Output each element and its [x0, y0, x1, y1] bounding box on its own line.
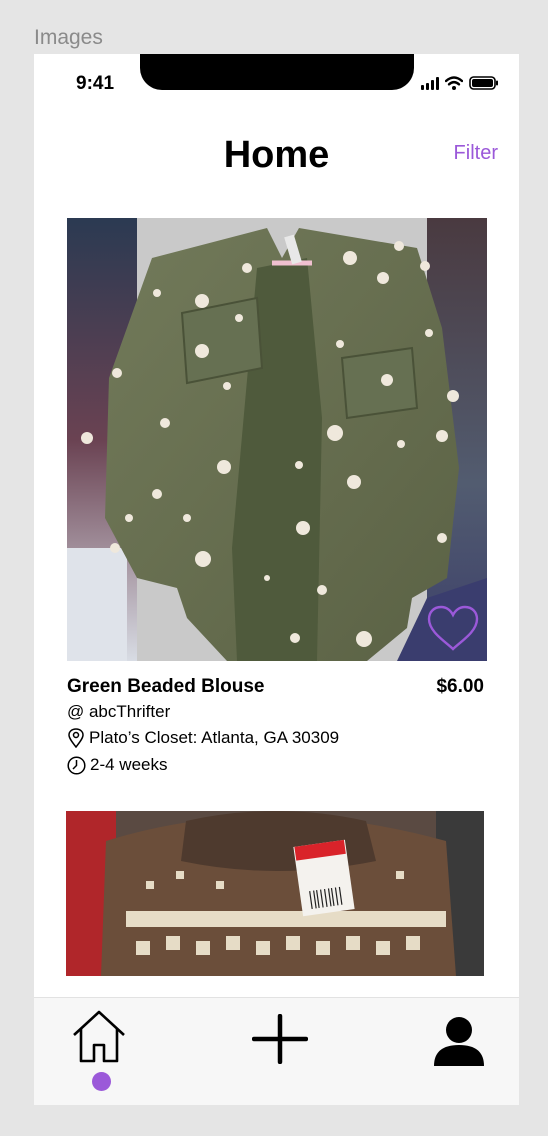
location-pin-icon	[68, 728, 84, 748]
listing-duration-text: 2-4 weeks	[90, 755, 168, 774]
device-notch	[140, 54, 414, 90]
battery-icon	[469, 76, 498, 90]
phone-screen: 9:41 Home Filter Green Beaded Blouse $6.…	[34, 54, 519, 1105]
listing-location-text: Plato’s Closet: Atlanta, GA 30309	[89, 728, 340, 747]
wifi-icon	[445, 76, 463, 90]
status-time: 9:41	[76, 73, 115, 94]
listing-duration: 2-4 weeks	[67, 755, 167, 775]
listing-title[interactable]: Green Beaded Blouse	[67, 676, 264, 698]
plus-icon[interactable]	[252, 1014, 308, 1064]
home-icon[interactable]	[70, 1008, 128, 1064]
listing-image[interactable]	[67, 218, 487, 661]
signal-icon	[421, 77, 439, 90]
listing-seller[interactable]: @ abcThrifter	[67, 702, 170, 722]
filter-button[interactable]: Filter	[454, 142, 498, 165]
active-tab-indicator	[92, 1072, 111, 1091]
favorite-heart-icon[interactable]	[426, 604, 480, 652]
frame-label: Images	[34, 26, 103, 49]
listing-image[interactable]	[66, 811, 484, 976]
status-icons	[421, 76, 499, 90]
tab-bar	[34, 997, 519, 1105]
listing-price: $6.00	[436, 676, 484, 697]
page-title: Home	[223, 134, 330, 176]
clock-icon	[67, 755, 86, 775]
profile-icon[interactable]	[432, 1016, 486, 1066]
listing-location: Plato’s Closet: Atlanta, GA 30309	[67, 728, 339, 748]
